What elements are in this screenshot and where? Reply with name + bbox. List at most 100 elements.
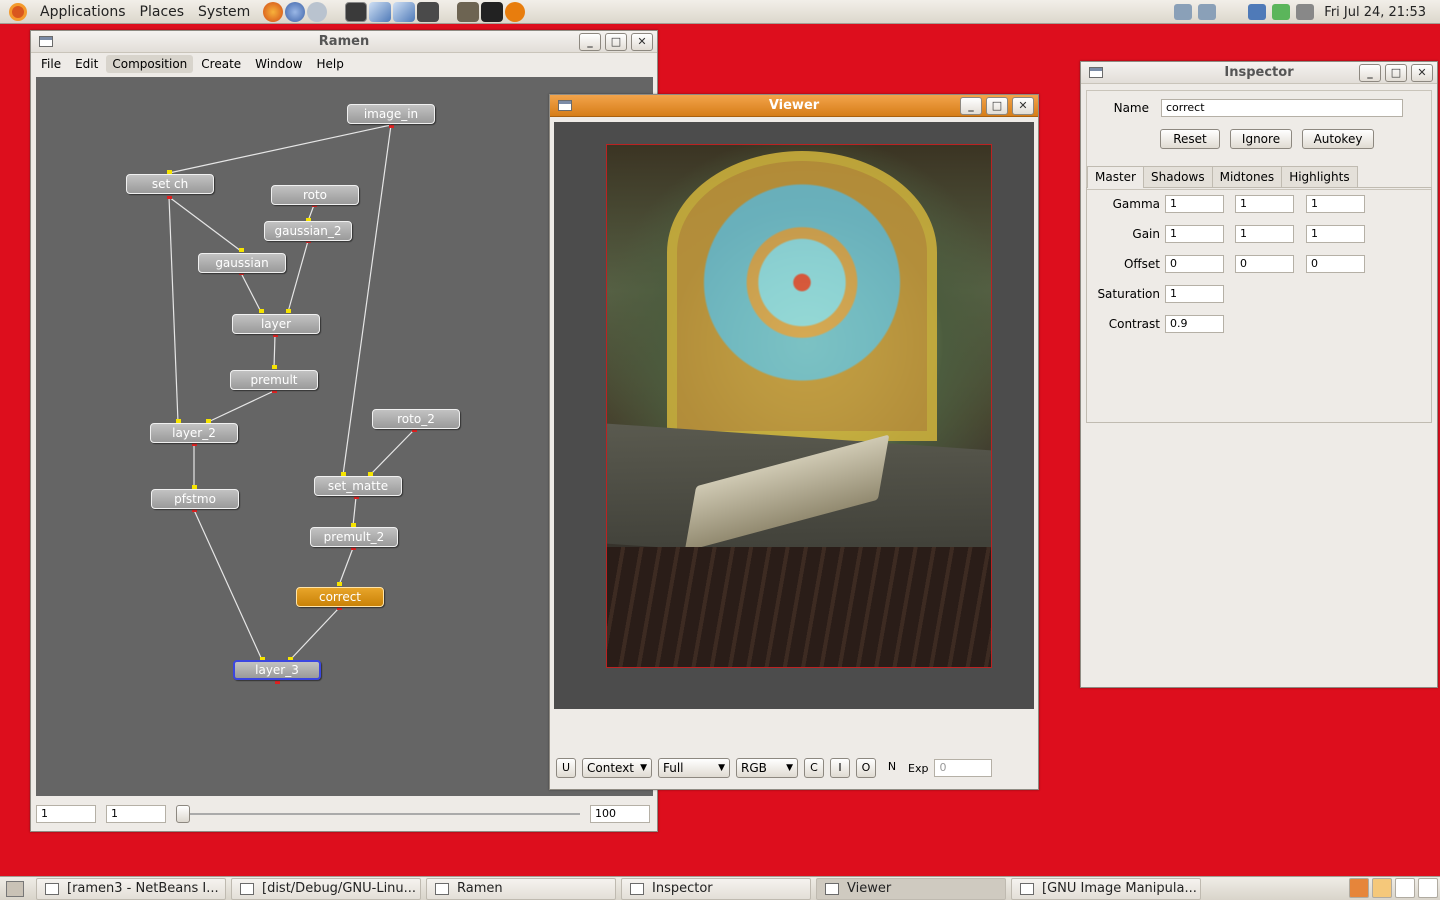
node-set_matte[interactable]: set_matte [314,476,402,496]
workspace-1-icon[interactable] [1372,878,1392,898]
workspace-2-icon[interactable] [1395,878,1415,898]
minimize-button[interactable]: _ [960,97,982,115]
resolution-select[interactable]: Full ▼ [658,758,730,778]
node-roto[interactable]: roto [271,185,359,205]
places-menu[interactable]: Places [133,4,192,20]
app-icon[interactable] [417,1,440,22]
trash-icon[interactable] [1349,878,1369,898]
n-button[interactable]: N [882,758,902,778]
menu-window[interactable]: Window [249,55,308,73]
inspector-titlebar[interactable]: Inspector _ □ ✕ [1081,62,1437,84]
tab-master[interactable]: Master [1087,166,1144,188]
node-premult[interactable]: premult [230,370,318,390]
maximize-button[interactable]: □ [605,33,627,51]
node-gaussian[interactable]: gaussian [198,253,286,273]
window-menu-icon[interactable] [558,100,572,111]
gamma-g-field[interactable]: 1 [1235,195,1294,213]
firefox-icon[interactable] [263,1,284,22]
tab-highlights[interactable]: Highlights [1281,166,1358,188]
menu-create[interactable]: Create [195,55,247,73]
offset-r-field[interactable]: 0 [1165,255,1224,273]
gamma-b-field[interactable]: 1 [1306,195,1365,213]
autokey-button[interactable]: Autokey [1302,129,1374,149]
gimp-icon[interactable] [457,1,480,22]
offset-b-field[interactable]: 0 [1306,255,1365,273]
battery-icon[interactable] [1272,4,1291,20]
u-button[interactable]: U [556,758,576,778]
help-icon[interactable] [307,1,328,22]
i-button[interactable]: I [830,758,850,778]
node-image_in[interactable]: image_in [347,104,435,124]
node-layer[interactable]: layer [232,314,320,334]
blender-icon[interactable] [505,1,526,22]
minimize-button[interactable]: _ [1359,64,1381,82]
gain-r-field[interactable]: 1 [1165,225,1224,243]
inkscape-icon[interactable] [481,1,504,22]
gain-b-field[interactable]: 1 [1306,225,1365,243]
ramen-titlebar[interactable]: Ramen _ □ ✕ [31,31,657,53]
terminal-icon[interactable] [345,1,368,22]
menu-file[interactable]: File [35,55,67,73]
gain-g-field[interactable]: 1 [1235,225,1294,243]
cube-icon[interactable] [369,1,392,22]
task-viewer[interactable]: Viewer [816,877,1006,900]
gamma-r-field[interactable]: 1 [1165,195,1224,213]
viewer-titlebar[interactable]: Viewer _ □ ✕ [550,95,1038,117]
name-field[interactable]: correct [1161,99,1403,117]
node-gaussian_2[interactable]: gaussian_2 [264,221,352,241]
viewer-canvas[interactable] [554,122,1034,709]
o-button[interactable]: O [856,758,876,778]
task-ramen[interactable]: Ramen [426,877,616,900]
maximize-button[interactable]: □ [1385,64,1407,82]
reset-button[interactable]: Reset [1160,129,1220,149]
node-layer_2[interactable]: layer_2 [150,423,238,443]
node-correct[interactable]: correct [296,587,384,607]
time-slider[interactable] [176,805,580,823]
start-frame-field[interactable]: 1 [36,805,96,823]
cube-2-icon[interactable] [393,1,416,22]
task-netbeans[interactable]: [ramen3 - NetBeans I... [36,877,226,900]
system-menu[interactable]: System [191,4,257,20]
saturation-field[interactable]: 1 [1165,285,1224,303]
node-premult_2[interactable]: premult_2 [310,527,398,547]
menu-help[interactable]: Help [311,55,350,73]
context-select[interactable]: Context ▼ [582,758,652,778]
exp-field[interactable]: 0 [934,759,993,777]
applications-menu[interactable]: Applications [33,4,133,20]
time-slider-handle[interactable] [176,805,190,823]
task-gimp[interactable]: [GNU Image Manipula... [1011,877,1201,900]
window-menu-icon[interactable] [39,36,53,47]
node-roto_2[interactable]: roto_2 [372,409,460,429]
maximize-button[interactable]: □ [986,97,1008,115]
tab-shadows[interactable]: Shadows [1142,166,1213,188]
clock[interactable]: Fri Jul 24, 21:53 [1324,5,1426,20]
window-menu-icon[interactable] [1089,67,1103,78]
volume-icon[interactable] [1296,4,1315,20]
end-frame-field[interactable]: 100 [590,805,650,823]
browser-icon[interactable] [285,1,306,22]
network-icon[interactable] [1174,4,1193,20]
offset-g-field[interactable]: 0 [1235,255,1294,273]
c-button[interactable]: C [804,758,824,778]
signal-icon[interactable] [1248,4,1267,20]
node-pfstmo[interactable]: pfstmo [151,489,239,509]
node-layer_3[interactable]: layer_3 [233,660,321,680]
contrast-field[interactable]: 0.9 [1165,315,1224,333]
channel-select[interactable]: RGB ▼ [736,758,798,778]
show-desktop-icon[interactable] [6,880,24,897]
current-frame-field[interactable]: 1 [106,805,166,823]
printer-icon[interactable] [1198,4,1217,20]
close-button[interactable]: ✕ [1411,64,1433,82]
node-set_ch[interactable]: set ch [126,174,214,194]
workspace-3-icon[interactable] [1418,878,1438,898]
minimize-button[interactable]: _ [579,33,601,51]
close-button[interactable]: ✕ [631,33,653,51]
close-button[interactable]: ✕ [1012,97,1034,115]
task-inspector[interactable]: Inspector [621,877,811,900]
menu-edit[interactable]: Edit [69,55,104,73]
menu-composition[interactable]: Composition [106,55,194,73]
task-terminal[interactable]: [dist/Debug/GNU-Linu... [231,877,421,900]
ignore-button[interactable]: Ignore [1230,129,1292,149]
tab-midtones[interactable]: Midtones [1211,166,1283,188]
ubuntu-logo-icon[interactable] [9,2,27,21]
